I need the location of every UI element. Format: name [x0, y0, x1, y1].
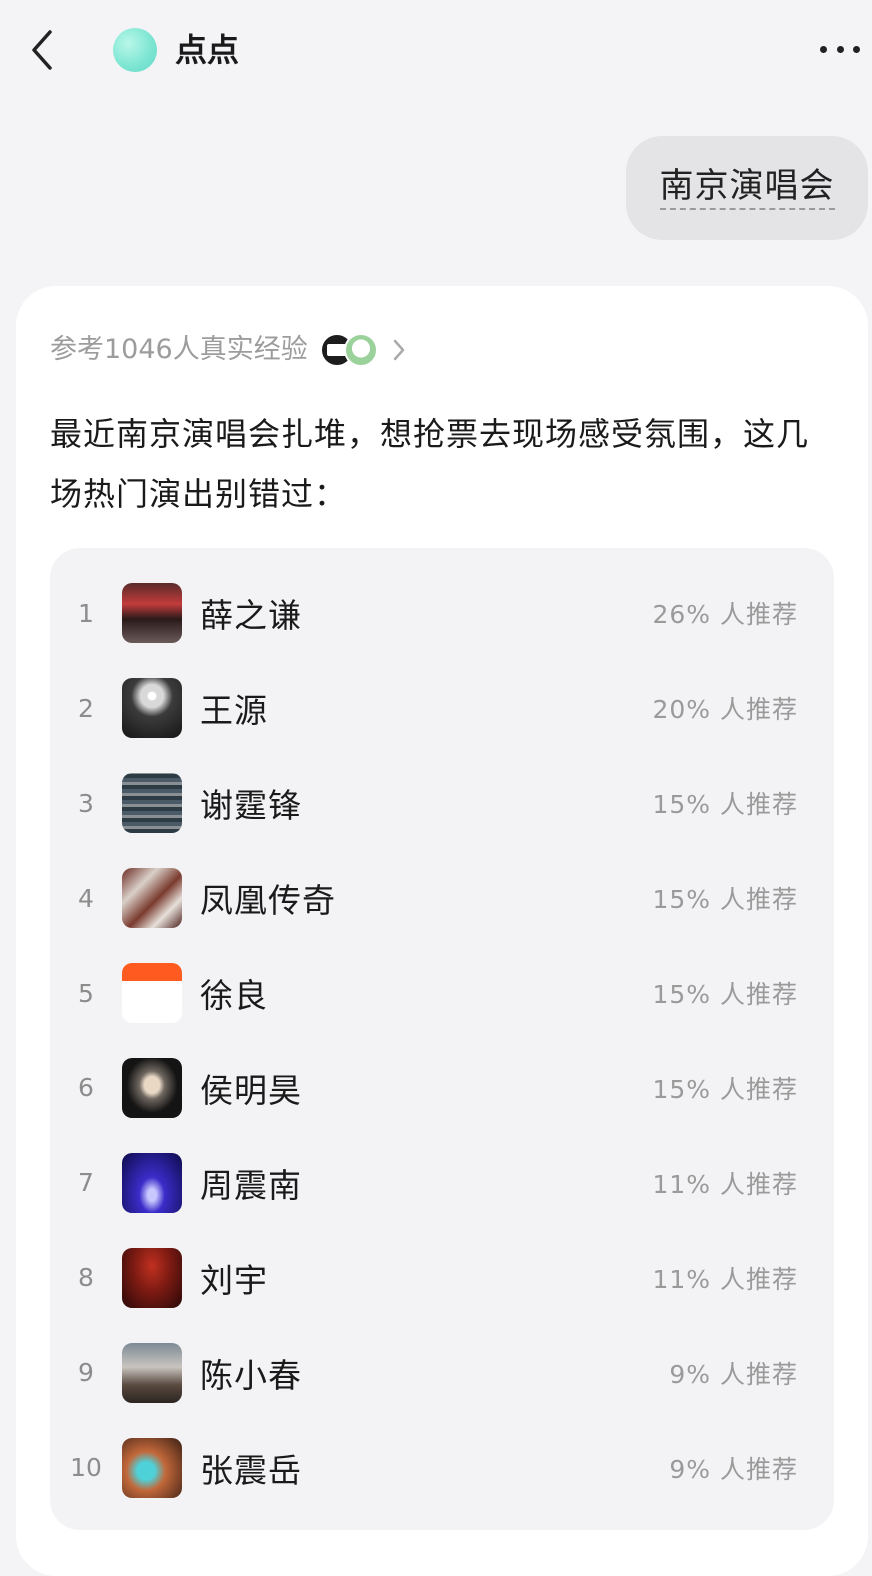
ranking-item[interactable]: 10 张震岳 9% 人推荐 — [50, 1420, 834, 1515]
recommend-percentage: 15% 人推荐 — [652, 885, 798, 915]
ranking-item[interactable]: 8 刘宇 11% 人推荐 — [50, 1230, 834, 1325]
top-bar: 点点 — [0, 0, 872, 100]
rank-number: 2 — [78, 693, 94, 723]
artist-name: 张震岳 — [200, 1450, 302, 1490]
concert-thumbnail — [122, 678, 182, 739]
artist-name: 周震南 — [200, 1165, 302, 1205]
ranking-item[interactable]: 3 谢霆锋 15% 人推荐 — [50, 756, 834, 851]
user-message-text: 南京演唱会 — [659, 166, 835, 210]
concert-thumbnail — [122, 1057, 182, 1118]
recommend-percentage: 9% 人推荐 — [669, 1359, 798, 1389]
rank-number: 7 — [78, 1168, 94, 1198]
more-options-button[interactable] — [820, 34, 860, 64]
chevron-left-icon — [32, 30, 52, 70]
reference-link[interactable]: 参考1046人真实经验 — [50, 330, 406, 370]
concert-thumbnail — [122, 1247, 182, 1308]
ranking-item[interactable]: 9 陈小春 9% 人推荐 — [50, 1325, 834, 1420]
artist-name: 凤凰传奇 — [200, 881, 336, 921]
ranking-item[interactable]: 5 徐良 15% 人推荐 — [50, 946, 834, 1041]
reference-text: 参考1046人真实经验 — [50, 334, 308, 365]
artist-name: 侯明昊 — [200, 1070, 302, 1110]
bot-avatar[interactable] — [113, 28, 157, 72]
ranking-item[interactable]: 1 薛之谦 26% 人推荐 — [50, 566, 834, 661]
chevron-right-icon — [392, 338, 406, 362]
rank-number: 9 — [78, 1358, 94, 1388]
concert-thumbnail — [122, 868, 182, 929]
back-button[interactable] — [22, 26, 62, 74]
concert-thumbnail — [122, 1437, 182, 1498]
recommend-percentage: 20% 人推荐 — [652, 695, 798, 725]
rank-number: 1 — [78, 598, 94, 628]
concert-thumbnail — [122, 1342, 182, 1403]
rank-number: 8 — [78, 1263, 94, 1293]
ranking-item[interactable]: 7 周震南 11% 人推荐 — [50, 1135, 834, 1230]
artist-name: 徐良 — [200, 976, 268, 1016]
reference-avatar — [343, 333, 378, 367]
recommend-percentage: 11% 人推荐 — [652, 1264, 798, 1294]
bot-name[interactable]: 点点 — [175, 30, 239, 70]
user-message-bubble[interactable]: 南京演唱会 — [626, 136, 868, 240]
concert-thumbnail — [122, 773, 182, 834]
ranking-item[interactable]: 4 凤凰传奇 15% 人推荐 — [50, 851, 834, 946]
answer-card: 参考1046人真实经验 最近南京演唱会扎堆，想抢票去现场感受氛围，这几场热门演出… — [16, 286, 868, 1576]
rank-number: 3 — [78, 788, 94, 818]
rank-number: 5 — [78, 978, 94, 1008]
concert-thumbnail — [122, 963, 182, 1024]
rank-number: 10 — [70, 1453, 102, 1483]
recommend-percentage: 15% 人推荐 — [652, 1074, 798, 1104]
recommend-percentage: 15% 人推荐 — [652, 790, 798, 820]
recommend-percentage: 11% 人推荐 — [652, 1169, 798, 1199]
recommend-percentage: 15% 人推荐 — [652, 980, 798, 1010]
artist-name: 刘宇 — [200, 1260, 268, 1300]
artist-name: 王源 — [200, 691, 268, 731]
recommend-percentage: 26% 人推荐 — [652, 600, 798, 630]
rank-number: 4 — [78, 883, 94, 913]
artist-name: 陈小春 — [200, 1355, 302, 1395]
answer-intro-text: 最近南京演唱会扎堆，想抢票去现场感受氛围，这几场热门演出别错过： — [50, 415, 810, 513]
rank-number: 6 — [78, 1073, 94, 1103]
more-dot-icon — [820, 45, 827, 53]
ranking-item[interactable]: 6 侯明昊 15% 人推荐 — [50, 1041, 834, 1136]
more-dot-icon — [853, 45, 860, 53]
concert-thumbnail — [122, 583, 182, 644]
ranking-item[interactable]: 2 王源 20% 人推荐 — [50, 661, 834, 756]
artist-name: 谢霆锋 — [200, 786, 302, 826]
more-dot-icon — [836, 45, 844, 53]
recommend-percentage: 9% 人推荐 — [669, 1454, 798, 1484]
concert-thumbnail — [122, 1152, 182, 1213]
ranking-list: 1 薛之谦 26% 人推荐 2 王源 20% 人推荐 3 谢霆锋 15% 人推荐 4 凤凰传奇 15%… — [50, 548, 834, 1530]
artist-name: 薛之谦 — [200, 596, 302, 636]
reference-avatars — [319, 333, 378, 367]
